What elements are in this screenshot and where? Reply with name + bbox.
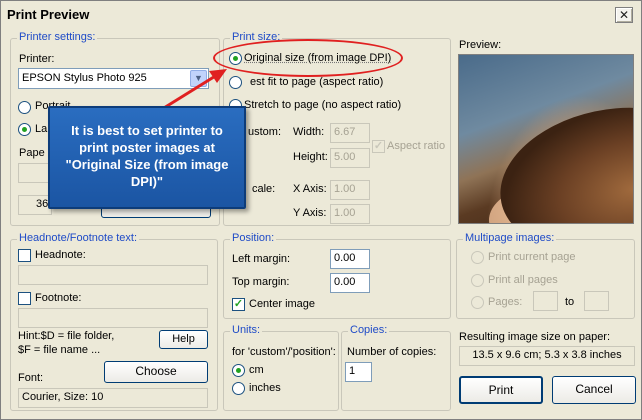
pages-from-field[interactable]: [533, 291, 558, 311]
cm-radio[interactable]: [232, 364, 245, 377]
annotation-callout: It is best to set printer to print poste…: [48, 106, 246, 209]
top-margin-label: Top margin:: [232, 276, 290, 288]
y-axis-label: Y Axis:: [293, 207, 327, 219]
center-image-label: Center image: [249, 298, 316, 310]
preview-image: [458, 54, 634, 224]
y-axis-field[interactable]: 1.00: [330, 204, 370, 224]
aspect-ratio-checkbox[interactable]: ✓: [372, 140, 385, 153]
preview-hair: [486, 88, 633, 223]
choose-font-button-label: Choose: [135, 364, 177, 378]
font-label: Font:: [18, 372, 44, 384]
printer-select-value: EPSON Stylus Photo 925: [22, 72, 147, 84]
custom-label: ustom:: [248, 126, 282, 138]
paper-field: [18, 163, 52, 183]
width-label: Width:: [293, 126, 325, 138]
close-button[interactable]: ✕: [615, 7, 633, 23]
printer-settings-legend: Printer settings:: [17, 31, 98, 43]
copies-legend: Copies:: [348, 324, 390, 336]
print-button[interactable]: Print: [459, 376, 543, 404]
resolution-value: 36: [36, 198, 49, 210]
width-value: 6.67: [334, 126, 356, 138]
copies-field[interactable]: 1: [345, 362, 372, 382]
help-button-label: Help: [172, 333, 195, 345]
pages-to-label: to: [565, 296, 575, 308]
hint-line-2: $F = file name ...: [18, 344, 101, 356]
preview-label: Preview:: [459, 39, 502, 51]
top-margin-field[interactable]: 0.00: [330, 273, 370, 293]
result-label: Resulting image size on paper:: [459, 331, 611, 343]
result-value: 13.5 x 9.6 cm; 5.3 x 3.8 inches: [472, 349, 622, 361]
aspect-ratio-label: Aspect ratio: [387, 140, 446, 152]
x-axis-label: X Axis:: [293, 183, 327, 195]
choose-font-button[interactable]: Choose: [104, 361, 208, 383]
left-margin-field[interactable]: 0.00: [330, 249, 370, 269]
footnote-field[interactable]: [18, 308, 208, 328]
callout-text: It is best to set printer to print poste…: [65, 123, 229, 189]
multipage-legend: Multipage images:: [463, 232, 557, 244]
inches-label: inches: [249, 382, 281, 394]
font-value-field: Courier, Size: 10: [18, 388, 208, 408]
position-legend: Position:: [230, 232, 277, 244]
cm-label: cm: [249, 364, 264, 376]
headnote-label: Headnote:: [35, 249, 86, 261]
annotation-highlight-ellipse: [213, 39, 403, 77]
pages-label: Pages:: [488, 296, 523, 308]
headnote-field[interactable]: [18, 265, 208, 285]
center-image-checkbox[interactable]: ✓: [232, 298, 245, 311]
pages-to-field[interactable]: [584, 291, 609, 311]
inches-radio[interactable]: [232, 382, 245, 395]
radio-selected-dot: [236, 368, 241, 373]
hint-line-1: Hint:$D = file folder,: [18, 330, 115, 342]
dialog-title: Print Preview: [7, 7, 90, 22]
width-field[interactable]: 6.67: [330, 123, 370, 143]
printer-label: Printer:: [19, 53, 55, 65]
print-preview-dialog: Print Preview ✕ Printer settings: Printe…: [0, 0, 642, 420]
resolution-field: 36: [18, 195, 52, 215]
copies-value: 1: [349, 365, 356, 377]
print-all-label: Print all pages: [488, 274, 558, 286]
top-margin-value: 0.00: [334, 276, 356, 288]
print-all-radio[interactable]: [471, 274, 484, 287]
stretch-label: Stretch to page (no aspect ratio): [244, 99, 402, 111]
pages-radio[interactable]: [471, 296, 484, 309]
title-bar: Print Preview ✕: [1, 1, 641, 29]
font-value: Courier, Size: 10: [22, 391, 104, 403]
portrait-radio[interactable]: [18, 101, 31, 114]
headnote-legend: Headnote/Footnote text:: [17, 232, 140, 244]
cancel-button-label: Cancel: [575, 382, 613, 396]
x-axis-value: 1.00: [334, 183, 356, 195]
copies-label: Number of copies:: [347, 346, 437, 358]
footnote-checkbox[interactable]: [18, 292, 31, 305]
left-margin-value: 0.00: [334, 252, 356, 264]
print-current-radio[interactable]: [471, 251, 484, 264]
footnote-label: Footnote:: [35, 292, 82, 304]
x-axis-field[interactable]: 1.00: [330, 180, 370, 200]
radio-selected-dot: [22, 127, 27, 132]
result-field: 13.5 x 9.6 cm; 5.3 x 3.8 inches: [459, 346, 635, 366]
height-value: 5.00: [334, 151, 356, 163]
print-current-label: Print current page: [488, 251, 576, 263]
best-fit-label: est fit to page (aspect ratio): [250, 76, 384, 88]
close-icon: ✕: [618, 8, 630, 22]
units-description: for 'custom'/'position':: [232, 346, 336, 358]
cancel-button[interactable]: Cancel: [552, 376, 636, 404]
print-button-label: Print: [488, 383, 514, 397]
units-legend: Units:: [230, 324, 263, 336]
headnote-checkbox[interactable]: [18, 249, 31, 262]
height-label: Height:: [293, 151, 328, 163]
landscape-radio[interactable]: [18, 123, 31, 136]
left-margin-label: Left margin:: [232, 253, 291, 265]
scale-label: cale:: [252, 183, 276, 195]
landscape-label: La: [35, 123, 48, 135]
help-button[interactable]: Help: [159, 330, 208, 349]
height-field[interactable]: 5.00: [330, 148, 370, 168]
y-axis-value: 1.00: [334, 207, 356, 219]
paper-label: Pape: [19, 147, 45, 159]
